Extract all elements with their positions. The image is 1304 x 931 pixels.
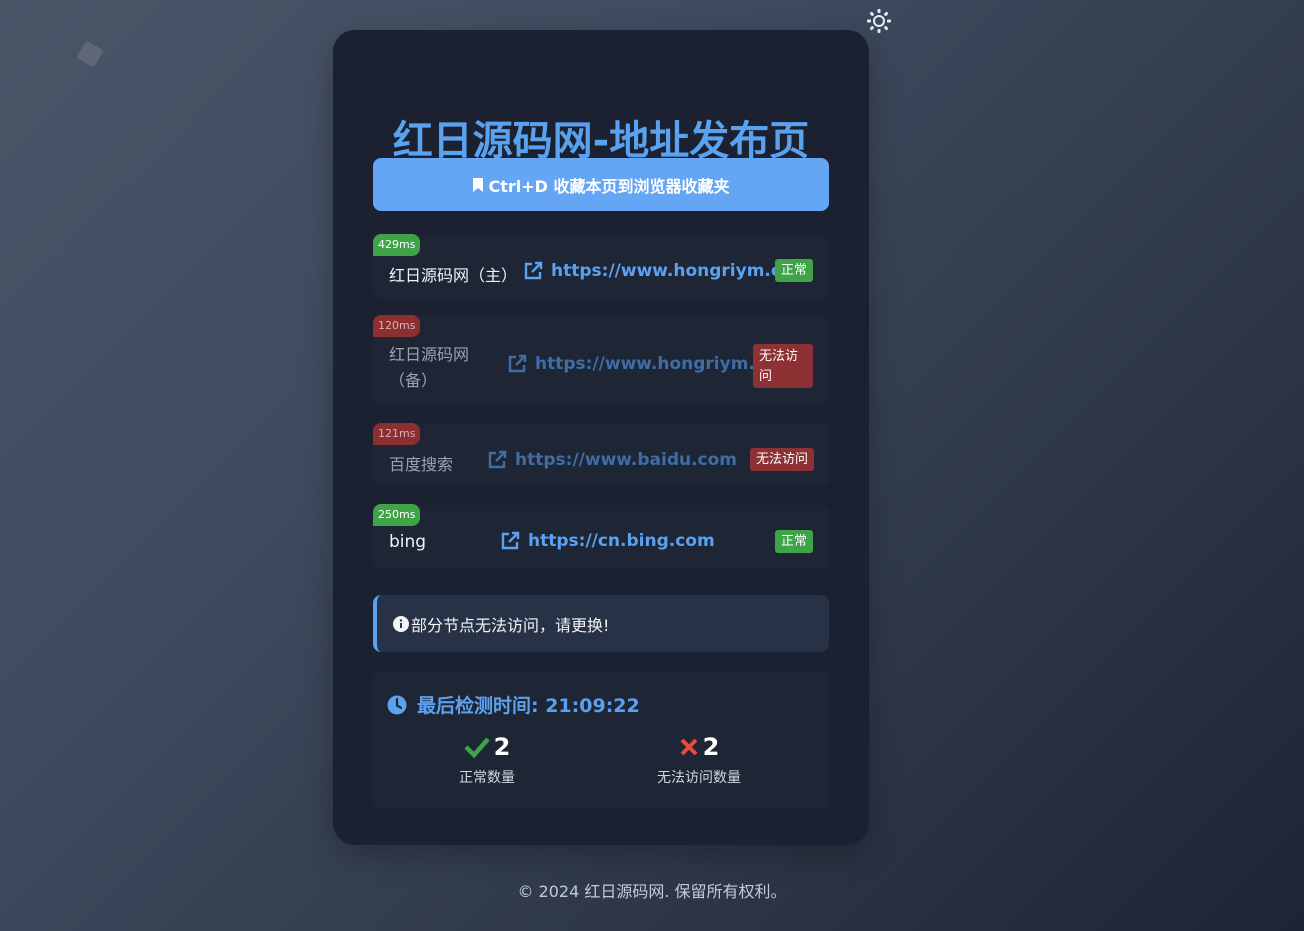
status-badge: 正常 <box>775 259 814 282</box>
latency-badge: 120ms <box>373 315 421 337</box>
external-link-icon <box>488 450 507 469</box>
link-url-text: https://www.hongriym.cn <box>551 261 794 281</box>
theme-toggle-sun-icon[interactable] <box>866 8 892 34</box>
link-url-text: https://cn.bing.com <box>528 531 715 551</box>
external-link-icon <box>508 354 527 373</box>
external-link-icon <box>524 261 543 280</box>
bookmark-button-label: Ctrl+D 收藏本页到浏览器收藏夹 <box>488 176 730 196</box>
main-card: 红日源码网-地址发布页 Ctrl+D 收藏本页到浏览器收藏夹 429ms 红日源… <box>333 30 869 845</box>
cross-icon <box>680 738 698 756</box>
latency-badge: 429ms <box>373 234 421 256</box>
link-row-main: 429ms 红日源码网（主） https://www.hongriym.cn 正… <box>373 234 829 299</box>
external-link-icon <box>501 531 520 550</box>
last-check-time: 最后检测时间: 21:09:22 <box>387 691 640 718</box>
ok-label: 正常数量 <box>459 770 515 786</box>
link-name: 百度搜索 <box>389 455 454 474</box>
clock-icon <box>387 695 407 714</box>
link-name: 红日源码网（备） <box>389 345 470 390</box>
latency-badge: 121ms <box>373 423 421 445</box>
bookmark-button[interactable]: Ctrl+D 收藏本页到浏览器收藏夹 <box>373 158 829 211</box>
link-url[interactable]: https://www.baidu.com <box>487 450 737 470</box>
status-badge: 无法访问 <box>750 448 815 471</box>
stats-panel: 最后检测时间: 21:09:22 2 正常数量 2 无法访问数量 <box>373 671 829 808</box>
footer-copyright: © 2024 红日源码网. 保留所有权利。 <box>517 882 787 901</box>
stat-bad: 2 无法访问数量 <box>619 733 779 787</box>
status-badge: 正常 <box>775 530 814 553</box>
link-row-backup: 120ms 红日源码网（备） https://www.hongriym.cn 无… <box>373 315 829 404</box>
link-row-bing: 250ms bing https://cn.bing.com 正常 <box>373 504 829 569</box>
link-url-text: https://www.hongriym.cn <box>535 354 778 374</box>
link-name: bing <box>389 532 427 552</box>
latency-badge: 250ms <box>373 504 421 526</box>
status-badge: 无法访问 <box>753 344 813 388</box>
warning-alert: 部分节点无法访问，请更换! <box>373 595 829 652</box>
decorative-diamond <box>76 40 104 68</box>
bookmark-icon <box>473 177 484 192</box>
bad-label: 无法访问数量 <box>657 770 741 786</box>
bad-count: 2 <box>702 733 720 761</box>
ok-count: 2 <box>493 733 511 761</box>
info-circle-icon <box>393 615 409 632</box>
check-icon <box>464 737 490 758</box>
last-check-label: 最后检测时间: 21:09:22 <box>417 695 640 717</box>
link-url[interactable]: https://www.hongriym.cn <box>523 261 793 281</box>
link-url-text: https://www.baidu.com <box>515 450 738 470</box>
link-url[interactable]: https://www.hongriym.cn <box>507 354 777 374</box>
link-name: 红日源码网（主） <box>389 266 518 285</box>
stat-ok: 2 正常数量 <box>407 733 567 787</box>
link-row-baidu: 121ms 百度搜索 https://www.baidu.com 无法访问 <box>373 423 829 486</box>
alert-text: 部分节点无法访问，请更换! <box>411 615 610 635</box>
link-url[interactable]: https://cn.bing.com <box>500 531 715 551</box>
